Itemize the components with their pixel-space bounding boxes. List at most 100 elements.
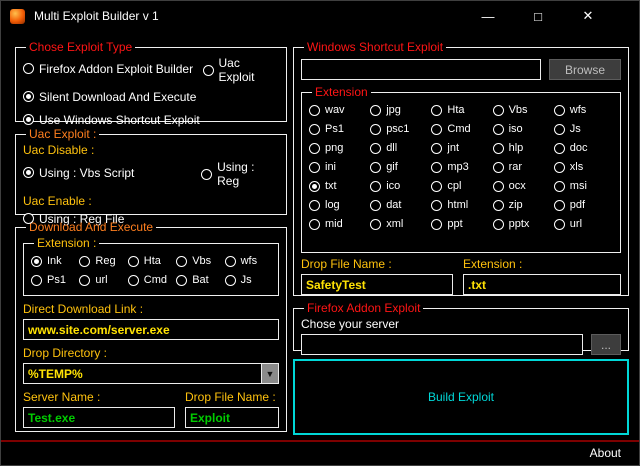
minimize-button[interactable]: — (463, 1, 513, 31)
radio-jnt[interactable]: jnt (431, 142, 490, 154)
radio-label: png (325, 142, 344, 154)
radio-use-windows-shortcut-exploit[interactable]: Use Windows Shortcut Exploit (23, 113, 200, 127)
radio-label: Js (569, 123, 581, 135)
browse-button[interactable]: Browse (549, 59, 621, 80)
uac-disable-label: Uac Disable : (23, 143, 95, 157)
radio-cmd[interactable]: Cmd (127, 274, 174, 286)
radio-icon (23, 63, 34, 74)
radio-hta[interactable]: Hta (127, 255, 174, 267)
radio-wfs[interactable]: wfs (224, 255, 271, 267)
shortcut-path-input[interactable] (301, 59, 541, 80)
shortcut-drop-file-input[interactable] (301, 274, 453, 295)
group-windows-shortcut-exploit: Windows Shortcut Exploit Browse Extensio… (293, 40, 629, 296)
radio-url[interactable]: url (79, 274, 125, 286)
chevron-down-icon[interactable]: ▼ (261, 364, 278, 383)
radio-ink[interactable]: Ink (31, 255, 77, 267)
radio-jpg[interactable]: jpg (370, 104, 429, 116)
radio-icon (553, 104, 565, 116)
radio-icon (370, 199, 382, 211)
radio-zip[interactable]: zip (492, 199, 552, 211)
radio-icon (431, 161, 443, 173)
radio-label: wfs (569, 104, 587, 116)
radio-xml[interactable]: xml (370, 218, 429, 230)
firefox-server-input[interactable] (301, 334, 583, 355)
radio-ps1[interactable]: Ps1 (309, 123, 368, 135)
drop-directory-select[interactable]: %TEMP% ▼ (23, 363, 279, 384)
radio-label: wav (325, 104, 345, 116)
radio-js[interactable]: Js (224, 274, 271, 286)
radio-label: url (569, 218, 583, 230)
radio-iso[interactable]: iso (492, 123, 552, 135)
maximize-button[interactable]: □ (513, 1, 563, 31)
build-exploit-button[interactable]: Build Exploit (293, 359, 629, 435)
radio-rar[interactable]: rar (492, 161, 552, 173)
radio-hta[interactable]: Hta (431, 104, 490, 116)
radio-ocx[interactable]: ocx (492, 180, 552, 192)
server-name-label: Server Name : (23, 390, 101, 404)
radio-ini[interactable]: ini (309, 161, 368, 173)
radio-html[interactable]: html (431, 199, 490, 211)
radio-dat[interactable]: dat (370, 199, 429, 211)
radio-label: pptx (508, 218, 530, 230)
radio-mp3[interactable]: mp3 (431, 161, 490, 173)
radio-pdf[interactable]: pdf (553, 199, 613, 211)
radio-wav[interactable]: wav (309, 104, 368, 116)
radio-url[interactable]: url (553, 218, 613, 230)
radio-msi[interactable]: msi (553, 180, 613, 192)
shortcut-extension-input[interactable] (463, 274, 621, 295)
ellipsis-button[interactable]: ... (591, 334, 621, 355)
radio-ico[interactable]: ico (370, 180, 429, 192)
radio-firefox-addon-exploit-builder[interactable]: Firefox Addon Exploit Builder (23, 62, 193, 76)
app-icon (10, 8, 25, 24)
radio-cmd[interactable]: Cmd (431, 123, 490, 135)
radio-vbs[interactable]: Vbs (492, 104, 552, 116)
server-name-input[interactable] (23, 407, 175, 428)
direct-download-link-label: Direct Download Link : (23, 302, 144, 316)
radio-icon (370, 180, 382, 192)
radio-uac-exploit[interactable]: Uac Exploit (202, 56, 280, 84)
direct-download-link-input[interactable] (23, 319, 279, 340)
radio-icon (309, 199, 320, 211)
radio-icon (492, 142, 504, 154)
radio-pptx[interactable]: pptx (492, 218, 552, 230)
radio-label: ini (325, 161, 337, 173)
radio-doc[interactable]: doc (553, 142, 613, 154)
group-uac-exploit: Uac Exploit : Uac Disable : Using : Vbs … (15, 127, 287, 226)
radio-label: log (325, 199, 340, 211)
radio-icon (492, 161, 504, 173)
radio-label: Ink (47, 255, 62, 267)
radio-label: url (95, 274, 108, 286)
radio-label: psc1 (386, 123, 410, 135)
radio-reg[interactable]: Reg (79, 255, 125, 267)
group-firefox-addon-exploit-title: Firefox Addon Exploit (307, 301, 421, 315)
radio-vbs[interactable]: Vbs (176, 255, 222, 267)
radio-gif[interactable]: gif (370, 161, 429, 173)
radio-cpl[interactable]: cpl (431, 180, 490, 192)
radio-ppt[interactable]: ppt (431, 218, 490, 230)
radio-hlp[interactable]: hlp (492, 142, 552, 154)
radio-label: Js (240, 274, 252, 286)
group-download-and-execute-title: Download And Execute (29, 220, 154, 234)
radio-icon (553, 142, 565, 154)
radio-bat[interactable]: Bat (176, 274, 222, 286)
radio-using-vbs-script[interactable]: Using : Vbs Script (23, 166, 134, 180)
radio-icon (492, 199, 504, 211)
radio-mid[interactable]: mid (309, 218, 368, 230)
radio-ps1[interactable]: Ps1 (31, 274, 77, 286)
radio-icon (176, 255, 188, 267)
radio-wfs[interactable]: wfs (553, 104, 613, 116)
radio-log[interactable]: log (309, 199, 368, 211)
radio-js[interactable]: Js (553, 123, 613, 135)
close-button[interactable]: ✕ (563, 1, 613, 31)
radio-txt[interactable]: txt (309, 180, 368, 192)
drop-file-name-input[interactable] (185, 407, 279, 428)
radio-dll[interactable]: dll (370, 142, 429, 154)
radio-silent-download-and-execute[interactable]: Silent Download And Execute (23, 90, 196, 104)
drop-directory-label: Drop Directory : (23, 346, 108, 360)
radio-psc1[interactable]: psc1 (370, 123, 429, 135)
radio-xls[interactable]: xls (553, 161, 613, 173)
about-link[interactable]: About (590, 446, 621, 460)
radio-png[interactable]: png (309, 142, 368, 154)
uac-enable-label: Uac Enable : (23, 194, 92, 208)
radio-using-reg[interactable]: Using : Reg (201, 160, 279, 188)
